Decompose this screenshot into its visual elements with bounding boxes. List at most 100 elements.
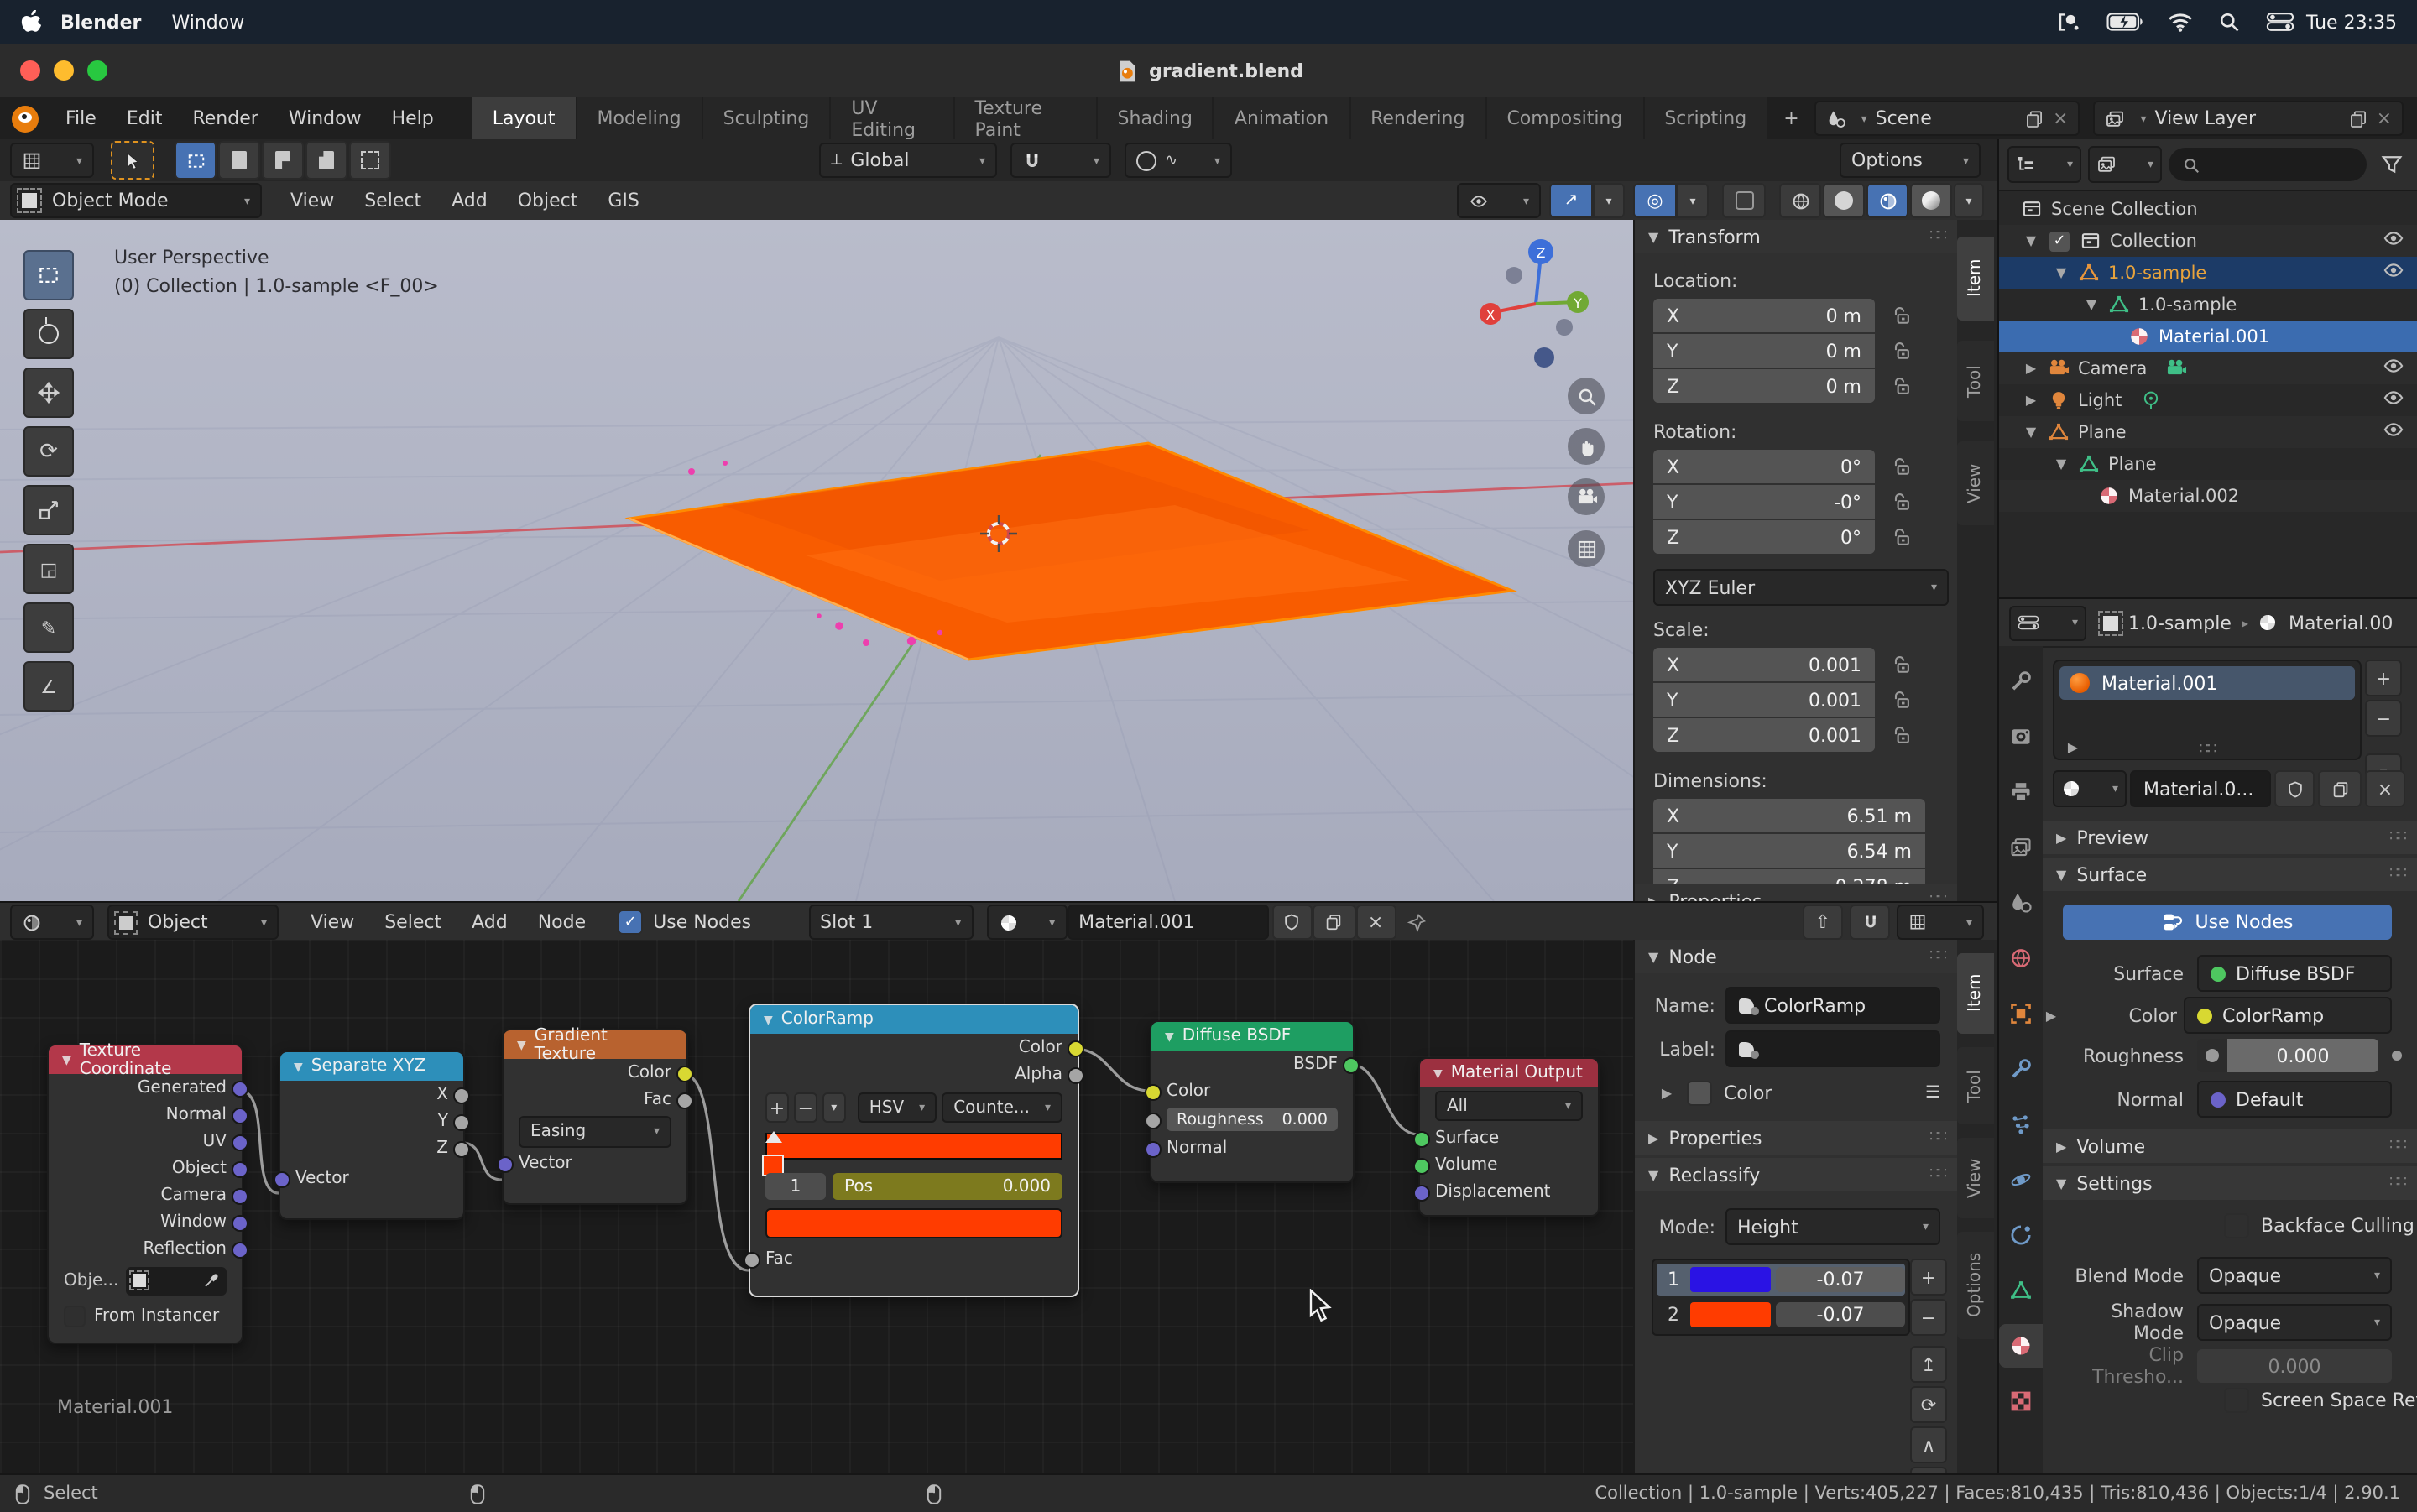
ne-material-icon-dropdown[interactable]: ▾ [986,905,1067,940]
socket-uv[interactable] [232,1134,248,1151]
scale-x-field[interactable]: X0.001 [1653,648,1875,681]
ne-copy-material-button[interactable] [1312,905,1355,940]
properties-collapsed-header[interactable]: ▶Properties∷∷ [1635,884,1959,901]
tab-compositing[interactable]: Compositing [1486,97,1642,139]
apple-menu-icon[interactable] [0,9,60,34]
socket-vector-in[interactable] [274,1171,290,1188]
copy-material-button[interactable] [2318,770,2362,807]
tab-texture-paint[interactable]: Texture Paint [954,97,1095,139]
tab-scripting[interactable]: Scripting [1644,97,1767,139]
tool-measure[interactable]: ∠ [23,661,74,712]
ne-menu-select[interactable]: Select [369,911,457,933]
tab-particles-icon[interactable] [1999,1103,2043,1146]
outliner-row-plane[interactable]: ▼ Plane [1999,416,2417,448]
tool-select-box[interactable] [23,250,74,300]
node-separate-xyz[interactable]: ▼Separate XYZ X Y Z Vector [279,1051,465,1220]
control-center-icon[interactable] [2253,12,2306,32]
mode-dropdown[interactable]: Object Mode▾ [10,183,262,218]
snap-toggle[interactable]: ▾ [1010,143,1111,178]
ne-menu-view[interactable]: View [295,911,369,933]
gizmos-toggle[interactable]: ↗ [1549,183,1593,218]
gradient-type-dropdown[interactable]: Easing▾ [519,1115,671,1147]
tab-tool-icon[interactable] [1999,660,2043,703]
fake-user-button[interactable] [2274,770,2315,807]
ramp-gradient-bar[interactable] [765,1133,1062,1160]
material-slot-row[interactable]: Material.001 [2059,666,2355,700]
tab-material-icon[interactable] [1999,1324,2043,1368]
tab-modifiers-icon[interactable] [1999,1047,2043,1091]
node-gradient-texture[interactable]: ▼Gradient Texture Color Fac Easing▾ Vect… [502,1029,688,1205]
options-dropdown[interactable]: Options▾ [1840,143,1981,178]
select-mode-subtract[interactable] [262,141,304,180]
outliner-row-scene-collection[interactable]: Scene Collection [1999,193,2417,225]
wifi-icon[interactable] [2155,12,2206,32]
lock-rotation-y-icon[interactable] [1890,490,1913,514]
diffuse-roughness-slider[interactable]: Roughness0.000 [1167,1108,1338,1131]
reclassify-add-button[interactable]: + [1910,1259,1947,1296]
socket-window[interactable] [232,1215,248,1232]
ramp-add-stop-button[interactable]: + [765,1092,789,1123]
node-texture-coordinate[interactable]: ▼Texture Coordinate Generated Normal UV … [47,1044,243,1344]
new-scene-icon[interactable] [2024,108,2044,128]
reclassify-value-1[interactable]: -0.07 [1776,1267,1905,1292]
shading-dropdown[interactable]: ▾ [1954,183,1984,218]
camera-view-button[interactable] [1568,478,1605,515]
tab-world-icon[interactable] [1999,936,2043,980]
vp-menu-view[interactable]: View [275,190,349,211]
tab-sculpting[interactable]: Sculpting [703,97,830,139]
breadcrumb-object[interactable]: 1.0-sample [2128,612,2232,633]
node-color-swatch[interactable] [1687,1081,1712,1106]
socket-ramp-alpha[interactable] [1068,1067,1084,1084]
transform-orientation-dropdown[interactable]: ⟂ Global▾ [819,143,997,178]
editor-type-button[interactable]: ▾ [10,143,94,178]
reclassify-swap-button[interactable]: ⇄ [1910,1467,1947,1473]
ne-menu-node[interactable]: Node [523,911,601,933]
node-label-field[interactable] [1725,1030,1940,1067]
remove-view-layer-icon[interactable]: × [2377,107,2392,129]
battery-icon[interactable] [2095,12,2155,32]
viewport-3d[interactable]: Z X Y User Perspective (0) Collection | … [0,220,1997,901]
ne-tab-view[interactable]: View [1957,1138,1994,1218]
preview-panel-header[interactable]: ▶Preview∷∷ [2043,821,2417,854]
menu-render[interactable]: Render [177,107,273,129]
socket-fac-out[interactable] [676,1092,693,1109]
reclassify-move-up-button[interactable]: ↥ [1910,1346,1947,1383]
vp-menu-add[interactable]: Add [436,190,503,211]
menu-help[interactable]: Help [377,107,449,129]
eyedropper-icon[interactable] [203,1272,220,1289]
material-browse-button[interactable]: ▾ [2053,770,2127,807]
shading-wireframe[interactable] [1779,183,1821,218]
blender-logo[interactable] [0,105,50,132]
node-colorramp[interactable]: ▼ColorRamp Color Alpha + − ▾ HSV▾ Counte… [749,1004,1079,1297]
reclassify-value-2[interactable]: -0.07 [1776,1302,1905,1327]
use-nodes-button[interactable]: Use Nodes [2063,905,2392,940]
sidebar-tab-tool[interactable]: Tool [1957,341,1994,421]
socket-y[interactable] [453,1114,470,1131]
select-mode-set[interactable] [175,141,217,180]
reclassify-color-2[interactable] [1690,1302,1771,1327]
tab-layout[interactable]: Layout [472,97,576,139]
lock-location-z-icon[interactable] [1890,374,1913,398]
outliner-row-material-001[interactable]: Material.001 [1999,321,2417,352]
tab-constraints-icon[interactable] [1999,1213,2043,1257]
ramp-interpolation-color-dropdown[interactable]: HSV▾ [858,1092,937,1123]
node-name-field[interactable]: ColorRamp [1725,987,1940,1024]
reclassify-row-2[interactable]: 2 -0.07 [1657,1299,1905,1331]
ne-snap-toggle[interactable] [1850,905,1890,940]
lock-scale-x-icon[interactable] [1890,653,1913,676]
socket-diffuse-normal[interactable] [1145,1141,1162,1158]
socket-reflection[interactable] [232,1242,248,1259]
lock-rotation-x-icon[interactable] [1890,455,1913,478]
minimize-button[interactable] [54,60,74,81]
outliner-row-material-002[interactable]: Material.002 [1999,480,2417,512]
animate-roughness-dot[interactable] [2392,1051,2402,1061]
socket-generated[interactable] [232,1081,248,1098]
breadcrumb-material[interactable]: Material.00 [2289,612,2393,633]
vp-menu-select[interactable]: Select [349,190,436,211]
tab-object-icon[interactable] [1999,992,2043,1035]
clip-threshold-slider[interactable]: 0.000 [2197,1349,2392,1383]
overlays-dropdown[interactable]: ▾ [1677,183,1709,218]
socket-ramp-color[interactable] [1068,1040,1084,1057]
unlink-scene-icon[interactable]: × [2053,107,2068,129]
roughness-slider[interactable]: 0.000 [2197,1039,2378,1072]
